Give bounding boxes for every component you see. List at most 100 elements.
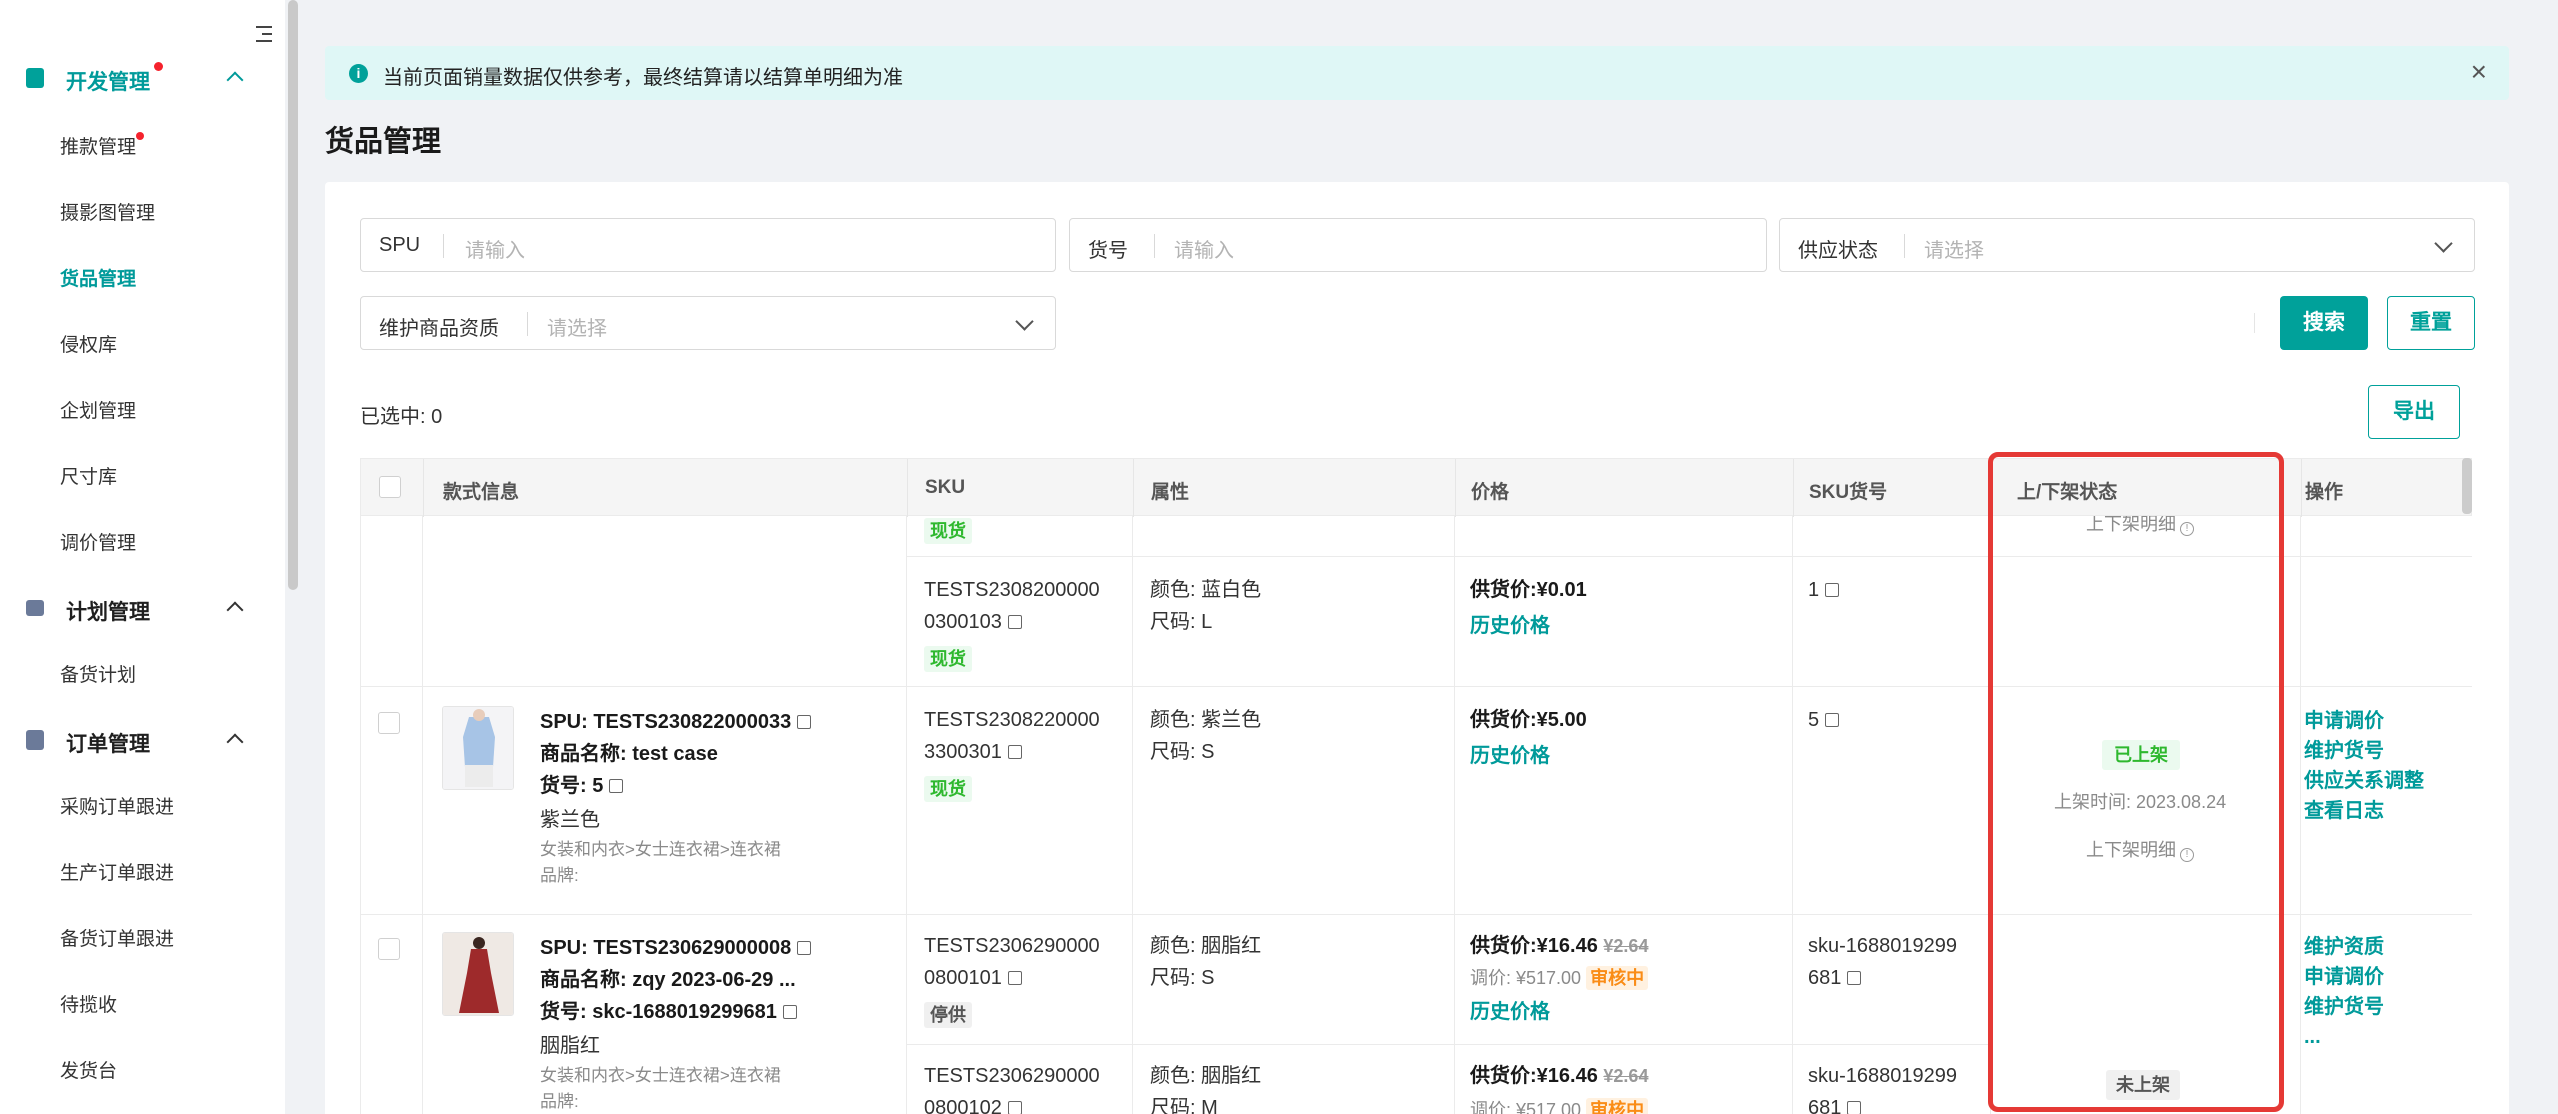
spu-field[interactable]: SPU 请输入 bbox=[360, 218, 1056, 272]
alert-text: 当前页面销量数据仅供参考，最终结算请以结算单明细为准 bbox=[383, 67, 903, 89]
stock-tag: 现货 bbox=[924, 646, 972, 672]
selected-count: 已选中: 0 bbox=[360, 406, 443, 428]
action-maintain-item-no[interactable]: 维护货号 bbox=[2304, 992, 2384, 1022]
action-view-log[interactable]: 查看日志 bbox=[2304, 796, 2384, 826]
sku-number-text: 681 bbox=[1808, 967, 1842, 989]
supply-price: 供货价:¥0.01 bbox=[1470, 574, 1587, 606]
copy-icon[interactable] bbox=[1825, 583, 1840, 597]
scrollbar-thumb[interactable] bbox=[288, 0, 298, 590]
copy-icon[interactable] bbox=[1007, 615, 1022, 629]
export-button[interactable]: 导出 bbox=[2368, 385, 2460, 439]
copy-icon[interactable] bbox=[782, 1005, 797, 1019]
stock-tag: 现货 bbox=[924, 776, 972, 802]
sidebar-item-stock-plan[interactable]: 备货计划 bbox=[60, 660, 136, 687]
action-maintain-qualification[interactable]: 维护资质 bbox=[2304, 932, 2384, 962]
column-divider bbox=[1793, 459, 1794, 517]
supply-price-label: 供货价: bbox=[1470, 935, 1537, 957]
copy-icon[interactable] bbox=[1007, 971, 1022, 985]
menu-group-label: 计划管理 bbox=[66, 601, 150, 624]
sku-code-line2: 3300301 bbox=[924, 736, 1022, 768]
product-brand: 品牌: bbox=[540, 866, 579, 885]
supply-status-select[interactable]: 供应状态 请选择 bbox=[1779, 218, 2475, 272]
sidebar: 开发管理 推款管理 摄影图管理 货品管理 侵权库 企划管理 尺寸库 调价管理 计… bbox=[0, 0, 285, 1114]
sku-code: TESTS2306290000 bbox=[924, 1065, 1100, 1087]
sku-code-text: 0300103 bbox=[924, 611, 1002, 633]
close-icon[interactable]: × bbox=[2471, 56, 2487, 88]
collapse-menu-icon[interactable] bbox=[252, 22, 276, 46]
copy-icon[interactable] bbox=[1007, 745, 1022, 759]
chevron-up-icon bbox=[226, 733, 244, 751]
column-header-attributes: 属性 bbox=[1151, 482, 1190, 503]
row-checkbox[interactable] bbox=[378, 938, 400, 960]
sku-number-text: 5 bbox=[1808, 709, 1820, 731]
page-title: 货品管理 bbox=[325, 126, 442, 158]
menu-group-order[interactable]: 订单管理 bbox=[0, 718, 285, 762]
info-alert: i 当前页面销量数据仅供参考，最终结算请以结算单明细为准 × bbox=[325, 46, 2509, 100]
copy-icon[interactable] bbox=[609, 779, 624, 793]
sidebar-item-push[interactable]: 推款管理 bbox=[60, 132, 136, 159]
original-price: ¥2.64 bbox=[1603, 936, 1649, 956]
original-price: ¥2.64 bbox=[1603, 1066, 1649, 1086]
attr-size: 尺码: S bbox=[1150, 967, 1215, 989]
sidebar-item-production-order[interactable]: 生产订单跟进 bbox=[60, 858, 174, 885]
sidebar-item-stock-order[interactable]: 备货订单跟进 bbox=[60, 924, 174, 951]
sidebar-item-size[interactable]: 尺寸库 bbox=[60, 462, 117, 489]
table-scrollbar[interactable] bbox=[2462, 458, 2472, 514]
supply-price-value: ¥5.00 bbox=[1536, 709, 1587, 731]
product-thumbnail[interactable] bbox=[442, 706, 514, 790]
spu-code: SPU: TESTS230629000008 bbox=[540, 932, 812, 964]
qualification-select[interactable]: 维护商品资质 请选择 bbox=[360, 296, 1056, 350]
item-no-field[interactable]: 货号 请输入 bbox=[1069, 218, 1767, 272]
column-divider bbox=[422, 516, 423, 1114]
product-color: 紫兰色 bbox=[540, 809, 600, 831]
copy-icon[interactable] bbox=[1825, 713, 1840, 727]
sku-code: TESTS2306290000 bbox=[924, 935, 1100, 957]
sidebar-item-photo[interactable]: 摄影图管理 bbox=[60, 198, 155, 225]
sidebar-scrollbar[interactable] bbox=[286, 0, 300, 1114]
row-divider bbox=[906, 1044, 1990, 1045]
reset-button[interactable]: 重置 bbox=[2387, 296, 2475, 350]
price-history-link[interactable]: 历史价格 bbox=[1470, 996, 1550, 1028]
column-header-style: 款式信息 bbox=[443, 482, 520, 503]
notification-dot bbox=[154, 62, 163, 71]
reviewing-tag: 审核中 bbox=[1586, 966, 1649, 990]
chevron-down-icon bbox=[1015, 312, 1034, 331]
menu-group-plan[interactable]: 计划管理 bbox=[0, 586, 285, 630]
action-more[interactable]: ... bbox=[2304, 1022, 2321, 1052]
item-no-input[interactable]: 请输入 bbox=[1174, 234, 1234, 263]
copy-icon[interactable] bbox=[797, 715, 812, 729]
supply-price: 供货价:¥16.46 ¥2.64 bbox=[1470, 930, 1648, 962]
action-supply-relation[interactable]: 供应关系调整 bbox=[2304, 766, 2424, 796]
price-history-link[interactable]: 历史价格 bbox=[1470, 610, 1550, 642]
sidebar-item-goods[interactable]: 货品管理 bbox=[60, 264, 136, 291]
sku-code-text: 0800101 bbox=[924, 967, 1002, 989]
menu-group-label: 订单管理 bbox=[66, 733, 150, 756]
select-all-checkbox[interactable] bbox=[379, 476, 401, 498]
sidebar-item-pickup[interactable]: 待揽收 bbox=[60, 990, 117, 1017]
product-thumbnail[interactable] bbox=[442, 932, 514, 1016]
sidebar-item-shipping[interactable]: 发货台 bbox=[60, 1056, 117, 1083]
column-divider bbox=[2301, 459, 2302, 517]
supply-price: 供货价:¥16.46 ¥2.64 bbox=[1470, 1060, 1648, 1092]
sidebar-item-planning[interactable]: 企划管理 bbox=[60, 396, 136, 423]
copy-icon[interactable] bbox=[1847, 971, 1862, 985]
price-history-link[interactable]: 历史价格 bbox=[1470, 740, 1550, 772]
sku-code: TESTS2308220000 bbox=[924, 709, 1100, 731]
menu-group-development[interactable]: 开发管理 bbox=[0, 56, 285, 100]
sidebar-item-purchase-order[interactable]: 采购订单跟进 bbox=[60, 792, 174, 819]
column-header-actions: 操作 bbox=[2305, 482, 2344, 503]
qualification-placeholder: 请选择 bbox=[547, 318, 607, 340]
copy-icon[interactable] bbox=[1007, 1101, 1022, 1114]
sidebar-item-price-adjust[interactable]: 调价管理 bbox=[60, 528, 136, 555]
spu-input[interactable]: 请输入 bbox=[465, 234, 525, 263]
action-apply-price[interactable]: 申请调价 bbox=[2304, 706, 2384, 736]
action-maintain-item-no[interactable]: 维护货号 bbox=[2304, 736, 2384, 766]
sidebar-item-infringement[interactable]: 侵权库 bbox=[60, 330, 117, 357]
row-checkbox[interactable] bbox=[378, 712, 400, 734]
copy-icon[interactable] bbox=[797, 941, 812, 955]
column-divider bbox=[1455, 459, 1456, 517]
search-button[interactable]: 搜索 bbox=[2280, 296, 2368, 350]
copy-icon[interactable] bbox=[1847, 1101, 1862, 1114]
column-divider bbox=[2300, 516, 2301, 1114]
action-apply-price[interactable]: 申请调价 bbox=[2304, 962, 2384, 992]
